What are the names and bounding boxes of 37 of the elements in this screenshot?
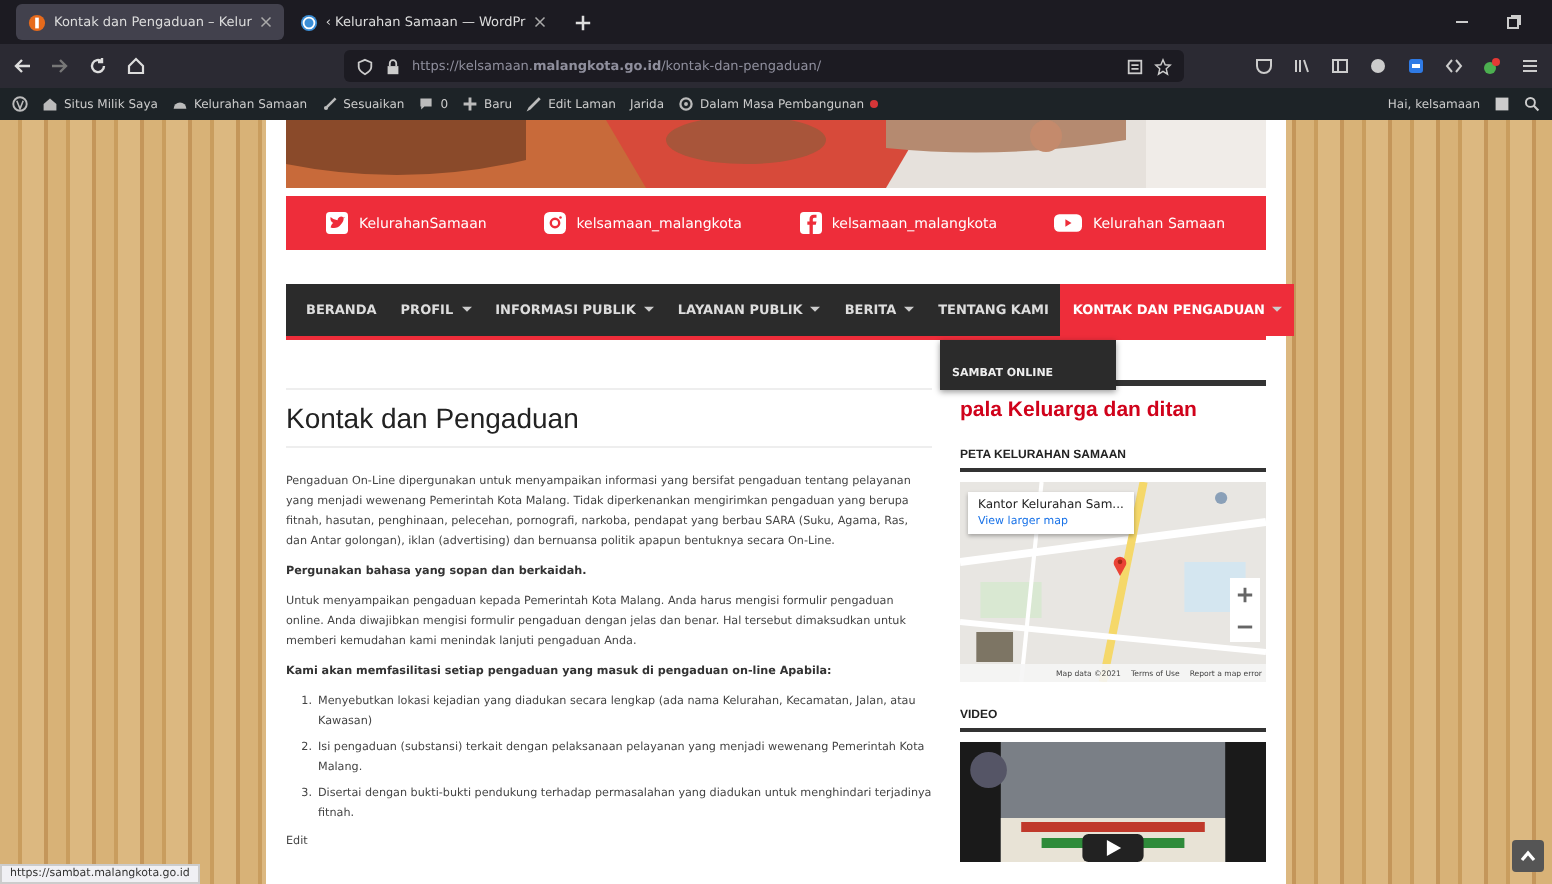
circle-icon: [678, 96, 695, 112]
close-icon: [533, 16, 546, 28]
site-icon: [28, 13, 46, 31]
sidebar-icon[interactable]: [1330, 56, 1350, 76]
star-icon[interactable]: [1154, 57, 1172, 75]
page-title: Kontak dan Pengaduan: [286, 402, 932, 448]
lock-icon: [384, 57, 402, 75]
map-pin-icon: [1112, 554, 1128, 576]
plus-icon: [462, 96, 479, 112]
youtube-icon: [1054, 212, 1083, 234]
house-icon: [42, 96, 58, 112]
forward-icon[interactable]: [50, 56, 70, 76]
twitter-icon: [326, 212, 349, 234]
reload-icon[interactable]: [88, 56, 108, 76]
status-dot-icon: [870, 100, 879, 108]
menu-icon[interactable]: [1520, 56, 1540, 76]
brush-icon: [321, 96, 338, 112]
home-icon[interactable]: [126, 56, 146, 76]
comment-icon: [418, 96, 435, 112]
avatar-icon[interactable]: [1494, 96, 1510, 112]
code-icon[interactable]: [1444, 56, 1464, 76]
pocket-icon[interactable]: [1254, 56, 1274, 76]
chevron-up-icon: [1518, 846, 1538, 866]
new-tab-icon[interactable]: [573, 13, 592, 31]
library-icon[interactable]: [1292, 56, 1312, 76]
reader-view-icon[interactable]: [1126, 57, 1144, 75]
facebook-icon: [799, 212, 822, 234]
restore-icon[interactable]: [1504, 12, 1524, 32]
close-icon: [259, 16, 272, 28]
pencil-icon: [526, 96, 543, 112]
search-icon[interactable]: [1524, 96, 1540, 112]
back-icon[interactable]: [12, 56, 32, 76]
plus-icon: [1236, 585, 1254, 603]
shield-icon: [356, 57, 374, 75]
ticker-text: pala Keluarga dan ditan: [960, 398, 1199, 422]
instagram-icon: [544, 212, 567, 234]
scroll-to-top-button[interactable]: [1512, 840, 1544, 872]
